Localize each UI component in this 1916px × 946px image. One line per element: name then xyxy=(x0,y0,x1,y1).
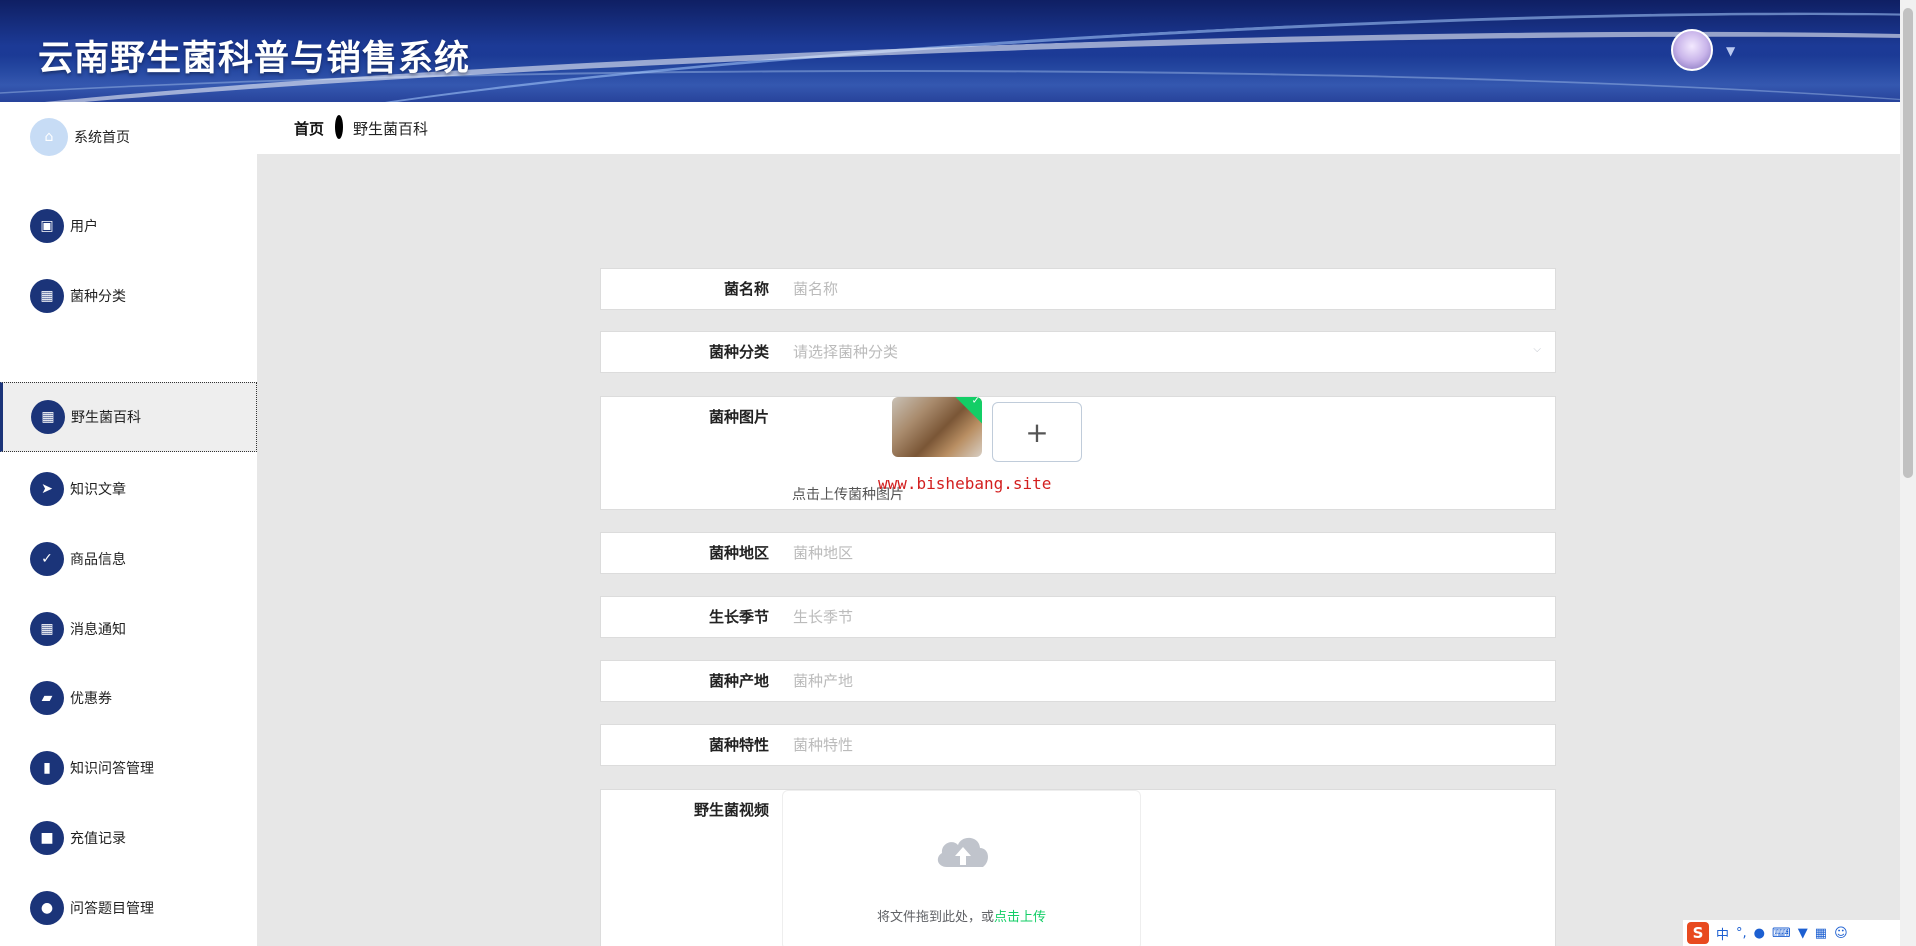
breadcrumb-current: 野生菌百科 xyxy=(353,120,429,138)
form-row-video: 野生菌视频 将文件拖到此处，或点击上传 xyxy=(600,789,1556,946)
origin-input[interactable] xyxy=(781,661,1555,701)
sidebar-item-home[interactable]: ⌂ 系统首页 xyxy=(0,102,257,172)
ime-toolbar: S 中 °, ● ⌨ ▼ ▦ ☺ xyxy=(1683,920,1900,946)
user-doc-icon: ▣ xyxy=(30,209,64,243)
sidebar-item-encyclopedia[interactable]: ▦ 野生菌百科 xyxy=(0,382,257,452)
top-header: 云南野生菌科普与销售系统 xyxy=(0,0,1900,102)
field-label: 菌种产地 xyxy=(708,672,769,690)
add-image-button[interactable]: + xyxy=(992,402,1082,462)
sidebar-item-recharge[interactable]: ■ 充值记录 xyxy=(0,803,257,873)
microphone-icon[interactable]: ● xyxy=(1754,926,1765,941)
video-upload-dropzone[interactable]: 将文件拖到此处，或点击上传 xyxy=(782,790,1141,946)
bar-chart-icon: ▮ xyxy=(30,751,64,785)
sidebar-item-label: 知识文章 xyxy=(70,482,126,498)
sidebar-item-articles[interactable]: ➤ 知识文章 xyxy=(0,454,257,524)
sidebar-item-users[interactable]: ▣ 用户 xyxy=(0,191,257,261)
send-icon: ➤ xyxy=(30,472,64,506)
field-label: 生长季节 xyxy=(708,608,769,626)
scrollbar-thumb[interactable] xyxy=(1903,8,1913,478)
grid-icon: ▦ xyxy=(30,279,64,313)
dropzone-text: 将文件拖到此处，或点击上传 xyxy=(783,906,1140,925)
sidebar-item-label: 充值记录 xyxy=(70,831,126,847)
field-label: 野生菌视频 xyxy=(693,801,769,819)
form-row-trait: 菌种特性 xyxy=(600,724,1556,766)
season-input[interactable] xyxy=(781,597,1555,637)
sidebar-item-questions[interactable]: ● 问答题目管理 xyxy=(0,873,257,943)
emoji-icon[interactable]: ☺ xyxy=(1834,926,1848,941)
category-select[interactable] xyxy=(781,332,1555,372)
watermark: www.bishebang.site xyxy=(878,474,1052,493)
dropzone-click-link[interactable]: 点击上传 xyxy=(994,910,1046,925)
form-row-category: 菌种分类 ⌵ xyxy=(600,331,1556,373)
field-label: 菌名称 xyxy=(723,280,769,298)
keyboard-icon[interactable]: ⌨ xyxy=(1772,926,1791,941)
sidebar-item-qa[interactable]: ▮ 知识问答管理 xyxy=(0,733,257,803)
wallet-icon: ▰ xyxy=(30,681,64,715)
sidebar-item-label: 系统首页 xyxy=(74,130,130,146)
field-label: 菌种特性 xyxy=(708,736,769,754)
check-icon: ✓ xyxy=(971,397,980,407)
form-row-region: 菌种地区 xyxy=(600,532,1556,574)
cloud-upload-icon xyxy=(937,837,989,867)
name-input[interactable] xyxy=(781,269,1555,309)
form-row-name: 菌名称 xyxy=(600,268,1556,310)
skin-icon[interactable]: ▼ xyxy=(1798,926,1808,941)
field-label: 菌种地区 xyxy=(708,544,769,562)
page-scrollbar[interactable] xyxy=(1900,0,1916,946)
breadcrumb-home[interactable]: 首页 xyxy=(294,118,324,139)
clipboard-icon: ✓ xyxy=(30,542,64,576)
sidebar-item-products[interactable]: ✓ 商品信息 xyxy=(0,524,257,594)
form-row-origin: 菌种产地 xyxy=(600,660,1556,702)
dropzone-drag-text: 将文件拖到此处，或 xyxy=(876,910,994,925)
uploaded-image-thumbnail[interactable]: ✓ xyxy=(892,397,982,457)
upload-success-badge: ✓ xyxy=(954,397,982,424)
sidebar-item-label: 商品信息 xyxy=(70,552,126,568)
chevron-down-icon[interactable]: ▼ xyxy=(1726,44,1735,58)
breadcrumb: 首页 野生菌百科 xyxy=(257,102,1900,154)
sidebar-item-label: 菌种分类 xyxy=(70,289,126,305)
form-row-image: 菌种图片 ✓ + 点击上传菌种图片 xyxy=(600,396,1556,510)
breadcrumb-separator xyxy=(335,115,343,139)
trait-input[interactable] xyxy=(781,725,1555,765)
sidebar-item-label: 优惠券 xyxy=(70,691,112,707)
field-label: 菌种图片 xyxy=(708,408,769,426)
sidebar-item-label: 用户 xyxy=(70,219,98,235)
chevron-down-icon: ⌵ xyxy=(1533,344,1541,355)
sidebar-item-coupons[interactable]: ▰ 优惠券 xyxy=(0,663,257,733)
field-label: 菌种分类 xyxy=(708,343,769,361)
person-icon: ● xyxy=(30,891,64,925)
form-row-season: 生长季节 xyxy=(600,596,1556,638)
region-input[interactable] xyxy=(781,533,1555,573)
sidebar: ⌂ 系统首页 ▣ 用户 ▦ 菌种分类 ▦ 野生菌百科 ➤ 知识文章 ✓ 商品信息… xyxy=(0,102,257,946)
sidebar-item-category[interactable]: ▦ 菌种分类 xyxy=(0,261,257,331)
sidebar-item-label: 野生菌百科 xyxy=(71,410,141,426)
punctuation-icon[interactable]: °, xyxy=(1736,926,1747,941)
home-icon: ⌂ xyxy=(30,118,68,156)
briefcase-icon: ■ xyxy=(30,821,64,855)
user-avatar[interactable] xyxy=(1671,29,1713,71)
main-content: 菌名称 菌种分类 ⌵ 菌种图片 ✓ + 点击上传菌种图片 菌种地区 生长季节 菌… xyxy=(257,154,1900,946)
grid-icon: ▦ xyxy=(31,400,65,434)
ime-language[interactable]: 中 xyxy=(1716,924,1729,943)
toolbox-icon[interactable]: ▦ xyxy=(1815,926,1827,941)
sidebar-item-notices[interactable]: ▦ 消息通知 xyxy=(0,594,257,664)
grid-icon: ▦ xyxy=(30,612,64,646)
sidebar-item-label: 知识问答管理 xyxy=(70,761,154,777)
sidebar-item-label: 消息通知 xyxy=(70,622,126,638)
sogou-icon[interactable]: S xyxy=(1687,922,1709,944)
app-title: 云南野生菌科普与销售系统 xyxy=(38,39,471,79)
sidebar-item-label: 问答题目管理 xyxy=(70,901,154,917)
